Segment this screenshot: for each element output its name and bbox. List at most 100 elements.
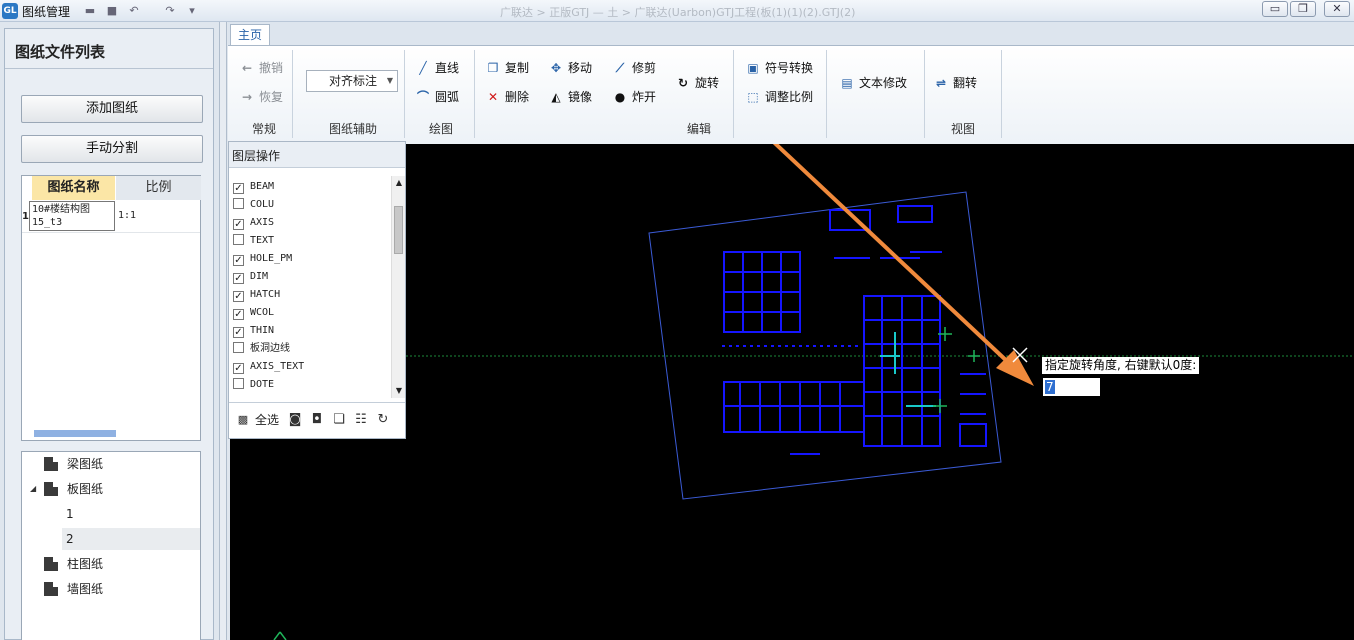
drawing-table: 图纸名称 比例 1 10#楼结构图15_t3 1:1 <box>21 175 201 441</box>
drawing-scale-cell[interactable]: 1:1 <box>118 201 200 231</box>
save-icon[interactable]: ■ <box>104 3 120 18</box>
layer-checkbox[interactable]: ✓ <box>233 327 244 338</box>
trim-icon: ⟋ <box>615 61 625 75</box>
layer-row[interactable]: ✓ THIN <box>233 322 274 340</box>
redo-arrow-icon: → <box>241 90 253 104</box>
rotate-angle-input[interactable]: 7 <box>1043 378 1100 396</box>
tree-item-wall[interactable]: 墙图纸 <box>22 578 200 600</box>
text-modify-button[interactable]: ▤ 文本修改 <box>838 73 907 93</box>
layer-checkbox[interactable]: ✓ <box>233 273 244 284</box>
layer-row[interactable]: TEXT <box>233 232 274 250</box>
layer-row[interactable]: ✓ HOLE_PM <box>233 250 292 268</box>
scroll-down-icon[interactable]: ▼ <box>393 385 405 397</box>
layer-copy-icon[interactable]: ❏ <box>331 413 347 427</box>
layer-checkbox[interactable]: ✓ <box>233 309 244 320</box>
tree-item-beam[interactable]: 梁图纸 <box>22 453 200 475</box>
redo-button[interactable]: → 恢复 <box>238 87 283 107</box>
refresh-icon[interactable]: ↻ <box>375 413 391 427</box>
layer-checkbox[interactable]: ✓ <box>233 255 244 266</box>
layer-name: COLU <box>250 199 275 210</box>
layer-checkbox[interactable] <box>233 234 244 245</box>
drawing-tree: 梁图纸 ◢ 板图纸 1 2 柱图纸 墙图纸 <box>21 451 201 640</box>
rotate-button[interactable]: ↻ 旋转 <box>674 73 719 93</box>
drawing-boundary <box>648 191 1002 500</box>
tree-label: 墙图纸 <box>67 582 104 596</box>
mirror-button[interactable]: ◭ 镜像 <box>547 87 592 107</box>
scroll-up-icon[interactable]: ▲ <box>393 177 405 189</box>
window-title: 图纸管理 <box>22 5 71 19</box>
layer-row[interactable]: ✓ DIM <box>233 268 268 286</box>
layer-scrollbar[interactable]: ▲ ▼ <box>391 176 405 398</box>
layer-row[interactable]: ✓ HATCH <box>233 286 280 304</box>
drawing-sheet-icon <box>44 557 58 571</box>
layer-name: 板洞边线 <box>250 343 290 354</box>
layer-row[interactable]: ✓ WCOL <box>233 304 274 322</box>
open-folder-icon[interactable]: ▬ <box>82 3 98 18</box>
chevron-down-icon: ▼ <box>386 76 393 85</box>
tree-item-column[interactable]: 柱图纸 <box>22 553 200 575</box>
move-button[interactable]: ✥ 移动 <box>547 58 592 78</box>
redo-quick-icon[interactable]: ↷ <box>162 3 178 18</box>
manual-split-button[interactable]: 手动分割 <box>21 135 203 163</box>
column-header-scale[interactable]: 比例 <box>116 176 201 200</box>
rotate-label: 旋转 <box>695 76 720 90</box>
layer-checkbox[interactable]: ✓ <box>233 219 244 230</box>
horizontal-scrollbar[interactable] <box>34 430 116 437</box>
layer-show-icon[interactable]: ◙ <box>287 413 303 427</box>
minimize-button[interactable]: ▭ <box>1262 1 1288 17</box>
select-all-button[interactable]: 全选 <box>255 413 279 427</box>
scroll-thumb[interactable] <box>394 206 403 254</box>
layer-row[interactable]: ✓ AXIS_TEXT <box>233 358 304 376</box>
symbol-convert-button[interactable]: ▣ 符号转换 <box>744 58 813 78</box>
layer-checkbox[interactable]: ✓ <box>233 363 244 374</box>
ribbon: 主页 ← 撤销 → 恢复 常规 对齐标注 ▼ 图纸辅助 ╱ 直线 ⌒ 圆弧 绘图 ❐ 复制 … <box>228 22 1354 144</box>
trim-button[interactable]: ⟋ 修剪 <box>611 58 656 78</box>
layer-checkbox[interactable] <box>233 378 244 389</box>
flip-button[interactable]: ⇌ 翻转 <box>932 73 977 93</box>
layer-name: HATCH <box>250 289 281 300</box>
tree-item-slab-1[interactable]: 1 <box>22 503 200 525</box>
row-divider <box>22 232 200 233</box>
layer-checkbox[interactable] <box>233 198 244 209</box>
layer-row[interactable]: 板洞边线 <box>233 340 290 358</box>
tree-item-slab[interactable]: ◢ 板图纸 <box>22 478 200 500</box>
layer-name: HOLE_PM <box>250 253 293 264</box>
symbol-convert-icon: ▣ <box>747 61 759 75</box>
line-button[interactable]: ╱ 直线 <box>414 58 459 78</box>
delete-button[interactable]: ✕ 删除 <box>484 87 529 107</box>
collapse-triangle-icon[interactable]: ◢ <box>30 478 36 500</box>
layer-panel: 图层操作 ✓ BEAM COLU ✓ AXIS TEXT ✓ HOLE_PM ✓ DIM ✓ HATC… <box>228 141 406 439</box>
layer-checkbox[interactable]: ✓ <box>233 291 244 302</box>
add-drawing-button[interactable]: 添加图纸 <box>21 95 203 123</box>
column-header-name[interactable]: 图纸名称 <box>32 176 115 200</box>
drawing-sheet-icon <box>44 457 58 471</box>
copy-button[interactable]: ❐ 复制 <box>484 58 529 78</box>
group-separator <box>404 50 405 138</box>
tab-home[interactable]: 主页 <box>230 24 270 46</box>
layer-row[interactable]: ✓ BEAM <box>233 178 274 196</box>
layer-checkbox[interactable] <box>233 342 244 353</box>
layer-row[interactable]: ✓ AXIS <box>233 214 274 232</box>
close-window-button[interactable]: ✕ <box>1324 1 1350 17</box>
panel-splitter[interactable] <box>219 22 227 640</box>
bomb-icon: ● <box>614 90 626 104</box>
layer-filter-icon[interactable]: ☷ <box>353 413 369 427</box>
arc-button[interactable]: ⌒ 圆弧 <box>414 87 459 107</box>
layer-row[interactable]: DOTE <box>233 376 274 394</box>
tree-item-slab-2[interactable]: 2 <box>62 528 200 550</box>
drawing-name-cell[interactable]: 10#楼结构图15_t3 <box>29 201 115 231</box>
layer-row[interactable]: COLU <box>233 196 274 214</box>
explode-button[interactable]: ● 炸开 <box>611 87 656 107</box>
layer-hide-icon[interactable]: ◘ <box>309 413 325 427</box>
undo-label: 撤销 <box>259 61 284 75</box>
restore-button[interactable]: ❐ <box>1290 1 1316 17</box>
layer-checkbox[interactable]: ✓ <box>233 183 244 194</box>
group-label-edit: 编辑 <box>686 122 711 136</box>
undo-button[interactable]: ← 撤销 <box>238 58 283 78</box>
ribbon-body: ← 撤销 → 恢复 常规 对齐标注 ▼ 图纸辅助 ╱ 直线 ⌒ 圆弧 绘图 ❐ 复制 ✕ 删除… <box>228 45 1354 144</box>
layer-name: BEAM <box>250 181 275 192</box>
adjust-scale-button[interactable]: ⬚ 调整比例 <box>744 87 813 107</box>
quick-access-dropdown-icon[interactable]: ▾ <box>184 3 200 18</box>
undo-quick-icon[interactable]: ↶ <box>126 3 142 18</box>
align-annotation-dropdown[interactable]: 对齐标注 ▼ <box>306 70 398 92</box>
